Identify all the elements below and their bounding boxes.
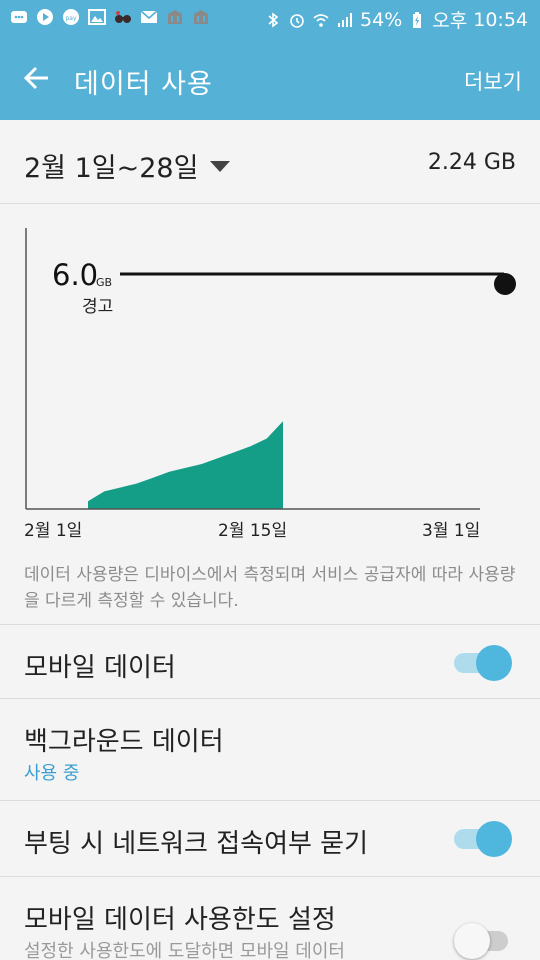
warning-label: 경고 bbox=[82, 297, 114, 317]
usage-chart-svg bbox=[25, 228, 516, 510]
pay-icon: pay bbox=[63, 9, 79, 25]
messenger-icon bbox=[11, 11, 27, 23]
alarm-icon bbox=[290, 13, 304, 28]
boot-network-toggle[interactable] bbox=[454, 819, 512, 857]
page-title: 데이터 사용 bbox=[74, 69, 213, 100]
usage-chart: 6.0 GB 경고 2월 1일 2월 15일 3월 1일 bbox=[0, 204, 540, 544]
system-icons: 54% 오후 10:54 bbox=[264, 6, 528, 33]
toggle-knob bbox=[454, 923, 490, 959]
warning-unit: GB bbox=[96, 276, 113, 289]
toggle-knob bbox=[476, 821, 512, 857]
mobile-data-row[interactable]: 모바일 데이터 bbox=[0, 624, 540, 698]
total-usage: 2.24 GB bbox=[427, 150, 516, 175]
usage-area bbox=[88, 421, 283, 509]
boot-network-row[interactable]: 부팅 시 네트워크 접속여부 묻기 bbox=[0, 800, 540, 876]
boot-network-title: 부팅 시 네트워크 접속여부 묻기 bbox=[24, 829, 369, 859]
data-limit-subtitle: 설정한 사용한도에 도달하면 모바일 데이터 bbox=[24, 941, 345, 960]
back-arrow-icon[interactable] bbox=[18, 60, 54, 96]
battery-charging-icon bbox=[413, 11, 422, 28]
app-bar: 데이터 사용 더보기 bbox=[0, 36, 540, 120]
clock-time: 10:54 bbox=[473, 8, 528, 31]
usage-note: 데이터 사용량은 디바이스에서 측정되며 서비스 공급자에 따라 사용량을 다르… bbox=[24, 565, 516, 611]
background-data-status: 사용 중 bbox=[24, 763, 80, 784]
mobile-data-toggle[interactable] bbox=[454, 643, 512, 681]
background-data-title: 백그라운드 데이터 bbox=[24, 727, 224, 757]
mail-icon bbox=[140, 10, 158, 23]
building-icon bbox=[168, 10, 182, 24]
play-icon bbox=[37, 9, 53, 25]
x-tick-label: 3월 1일 bbox=[422, 521, 481, 541]
sunglasses-icon bbox=[115, 11, 131, 23]
data-limit-title: 모바일 데이터 사용한도 설정 bbox=[24, 905, 336, 935]
warning-value: 6.0 bbox=[52, 258, 99, 292]
x-tick-label: 2월 1일 bbox=[24, 521, 83, 541]
status-bar: pay 54% 오후 10:54 bbox=[0, 0, 540, 36]
x-tick-label: 2월 15일 bbox=[218, 521, 288, 541]
more-button[interactable]: 더보기 bbox=[464, 66, 522, 96]
warning-handle[interactable] bbox=[494, 273, 516, 295]
background-data-row[interactable]: 백그라운드 데이터 사용 중 bbox=[0, 698, 540, 800]
mobile-data-title: 모바일 데이터 bbox=[24, 653, 176, 683]
period-label: 2월 1일~28일 bbox=[24, 153, 199, 184]
period-row: 2월 1일~28일 2.24 GB bbox=[0, 120, 540, 204]
signal-icon bbox=[338, 12, 353, 27]
bluetooth-icon bbox=[268, 11, 279, 28]
gallery-icon bbox=[88, 9, 106, 25]
data-limit-toggle[interactable] bbox=[454, 921, 512, 959]
toggle-knob bbox=[476, 645, 512, 681]
data-limit-row[interactable]: 모바일 데이터 사용한도 설정 설정한 사용한도에 도달하면 모바일 데이터 bbox=[0, 876, 540, 960]
caret-down-icon bbox=[210, 161, 231, 172]
battery-percent: 54% bbox=[360, 8, 403, 31]
svg-text:pay: pay bbox=[65, 15, 76, 22]
building-icon bbox=[194, 10, 208, 24]
period-dropdown[interactable]: 2월 1일~28일 bbox=[24, 146, 231, 185]
notification-icons: pay bbox=[10, 8, 210, 26]
wifi-icon bbox=[313, 13, 329, 27]
clock-ampm: 오후 bbox=[432, 10, 468, 32]
